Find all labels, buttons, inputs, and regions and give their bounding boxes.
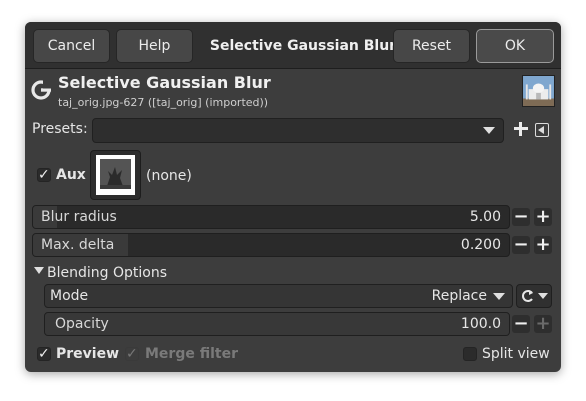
presets-dropdown[interactable] — [92, 118, 504, 143]
merge-filter-checkbox[interactable]: ✓ — [125, 347, 139, 361]
checkmark-icon: ✓ — [38, 346, 50, 362]
blur-radius-value: 5.00 — [469, 209, 501, 225]
aux-input-button[interactable] — [90, 150, 141, 200]
blur-radius-slider[interactable]: Blur radius 5.00 — [32, 205, 510, 229]
opacity-decrease-button[interactable]: − — [512, 315, 530, 333]
gegl-logo-icon — [31, 79, 52, 100]
opacity-value: 100.0 — [460, 316, 501, 332]
chevron-down-icon — [493, 293, 505, 300]
aux-checkbox[interactable]: ✓ — [37, 168, 51, 182]
header-bar: Cancel Help Selective Gaussian Blur Rese… — [25, 22, 561, 69]
blur-radius-increase-button[interactable]: + — [534, 208, 552, 226]
add-preset-icon[interactable] — [513, 121, 529, 137]
help-button[interactable]: Help — [116, 29, 193, 63]
chevron-down-icon — [483, 127, 495, 134]
ok-button[interactable]: OK — [476, 29, 554, 63]
blur-radius-decrease-button[interactable]: − — [512, 208, 530, 226]
mode-value: Replace — [431, 288, 487, 304]
split-view-checkbox[interactable] — [463, 347, 477, 361]
aux-value: (none) — [146, 168, 192, 184]
preview-checkbox[interactable]: ✓ — [37, 347, 51, 361]
max-delta-slider[interactable]: Max. delta 0.200 — [32, 233, 510, 257]
mode-dropdown[interactable]: Mode Replace — [44, 284, 513, 308]
swap-cycle-icon — [522, 290, 533, 302]
image-thumbnail — [522, 75, 555, 107]
max-delta-value: 0.200 — [460, 237, 501, 253]
max-delta-label: Max. delta — [41, 237, 115, 253]
max-delta-increase-button[interactable]: + — [534, 236, 552, 254]
filter-dialog: Cancel Help Selective Gaussian Blur Rese… — [25, 22, 561, 372]
filter-subtitle: taj_orig.jpg-627 ([taj_orig] (imported)) — [58, 96, 269, 109]
blending-options-expander[interactable]: Blending Options — [47, 265, 167, 281]
merge-filter-label: Merge filter — [145, 346, 238, 362]
chevron-down-icon — [538, 293, 548, 299]
composite-mode-button[interactable] — [516, 284, 552, 308]
preview-label: Preview — [56, 346, 120, 362]
opacity-label: Opacity — [55, 316, 109, 332]
opacity-fill — [45, 313, 509, 335]
cancel-button[interactable]: Cancel — [33, 29, 110, 63]
opacity-slider[interactable]: Opacity 100.0 — [44, 312, 510, 336]
image-placeholder-icon — [100, 159, 131, 189]
dialog-title: Selective Gaussian Blur — [209, 38, 397, 54]
blur-radius-label: Blur radius — [41, 209, 117, 225]
filter-title: Selective Gaussian Blur — [58, 73, 271, 92]
preset-menu-icon[interactable] — [535, 123, 549, 137]
reset-button[interactable]: Reset — [393, 29, 470, 63]
opacity-increase-button[interactable]: + — [534, 315, 552, 333]
presets-label: Presets: — [32, 121, 88, 137]
max-delta-decrease-button[interactable]: − — [512, 236, 530, 254]
aux-preview-frame — [96, 155, 135, 195]
mode-label: Mode — [50, 288, 89, 304]
aux-label: Aux — [56, 167, 86, 183]
checkmark-icon: ✓ — [126, 346, 138, 362]
expander-triangle-icon[interactable] — [34, 267, 44, 274]
split-view-label: Split view — [482, 346, 550, 362]
checkmark-icon: ✓ — [38, 167, 50, 183]
